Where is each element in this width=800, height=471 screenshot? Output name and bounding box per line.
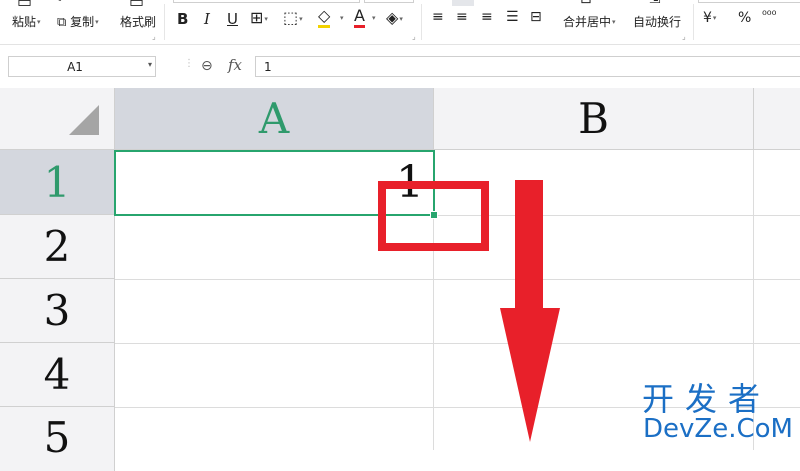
divider	[164, 4, 165, 40]
column-header-a[interactable]: A	[115, 88, 434, 150]
currency-symbol: ¥	[703, 10, 712, 26]
divider	[693, 4, 694, 40]
distribute-icon[interactable]: ⊟	[530, 9, 542, 25]
fx-icon[interactable]: fx	[228, 56, 242, 74]
zoom-icon[interactable]: ⊖	[201, 58, 213, 74]
fill-pattern-icon[interactable]: ⬚▾	[283, 8, 303, 27]
ribbon-toolbar: ▭ 粘贴▾ ✂ ⧉ 复制▾ ▭ 格式刷 ⌟ B I U ⊞▾ ⬚▾ ◇ ▾ A …	[0, 0, 800, 45]
select-all-icon	[69, 105, 99, 135]
underline-icon[interactable]: U	[227, 10, 238, 28]
chevron-down-icon[interactable]: ▾	[612, 18, 616, 26]
formula-input[interactable]: 1	[255, 56, 800, 77]
thousands-separator-icon[interactable]: ⁰⁰⁰	[762, 8, 776, 22]
align-center-icon[interactable]: ≡	[456, 9, 468, 25]
grid-line	[115, 343, 800, 344]
spreadsheet-grid: A B 1 2 3 4 5 1 开发者 DevZe.CoM	[0, 88, 800, 471]
cut-icon[interactable]: ✂	[58, 0, 70, 7]
divider	[421, 4, 422, 40]
font-size-field[interactable]	[364, 0, 414, 3]
clear-format-icon[interactable]: ◈▾	[386, 8, 403, 27]
select-all-button[interactable]	[0, 88, 115, 150]
column-header-b[interactable]: B	[434, 88, 754, 150]
chevron-down-icon[interactable]: ▾	[340, 14, 344, 22]
paste-icon[interactable]: ▭	[17, 0, 32, 11]
chevron-down-icon[interactable]: ▾	[37, 18, 41, 26]
borders-icon[interactable]: ⊞▾	[250, 8, 268, 27]
merge-center-label: 合并居中	[563, 15, 612, 29]
name-box[interactable]: A1 ▾	[8, 56, 156, 77]
copy-label: 复制	[70, 15, 95, 29]
merge-center-button[interactable]: 合并居中▾	[563, 13, 616, 30]
formula-bar: A1 ▾ ⋮ ⊖ fx 1	[0, 53, 800, 83]
copy-button[interactable]: ⧉ 复制▾	[57, 13, 99, 30]
chevron-down-icon[interactable]: ▾	[95, 18, 99, 26]
bold-icon[interactable]: B	[177, 10, 188, 28]
copy-icon: ⧉	[57, 15, 67, 30]
percent-icon[interactable]: %	[738, 10, 751, 26]
chevron-down-icon[interactable]: ▾	[148, 60, 152, 69]
align-left-icon[interactable]: ≡	[432, 9, 444, 25]
wrap-text-icon[interactable]: ⇲	[649, 0, 661, 7]
row-header-4[interactable]: 4	[0, 343, 115, 407]
grid-line	[115, 279, 800, 280]
format-painter-label: 格式刷	[120, 15, 157, 29]
wrap-text-label: 自动换行	[633, 15, 682, 29]
column-header-c[interactable]	[754, 88, 800, 150]
font-name-field[interactable]	[173, 0, 360, 3]
expand-icon[interactable]: ⌟	[412, 32, 416, 41]
paste-button[interactable]: 粘贴▾	[12, 13, 41, 30]
row-header-5[interactable]: 5	[0, 407, 115, 471]
name-box-value: A1	[67, 60, 83, 74]
row-header-1[interactable]: 1	[0, 150, 115, 215]
merge-center-icon[interactable]: ⊡	[580, 0, 592, 7]
number-format-field[interactable]	[698, 0, 800, 3]
align-top-button-bg	[452, 0, 474, 6]
expand-icon[interactable]: ⌟	[682, 32, 686, 41]
wrap-text-button[interactable]: 自动换行	[633, 13, 681, 30]
fill-color-icon[interactable]: ◇	[318, 7, 331, 28]
row-header-3[interactable]: 3	[0, 279, 115, 343]
formula-bar-grip-icon[interactable]: ⋮	[184, 58, 194, 69]
annotation-down-arrow-icon	[500, 180, 560, 442]
format-painter-button[interactable]: 格式刷	[120, 13, 156, 30]
annotation-highlight-box	[378, 181, 489, 251]
italic-icon[interactable]: I	[204, 10, 210, 28]
chevron-down-icon[interactable]: ▾	[372, 14, 376, 22]
format-painter-icon[interactable]: ▭	[129, 0, 144, 11]
font-color-icon[interactable]: A	[354, 7, 365, 28]
align-right-icon[interactable]: ≡	[481, 9, 493, 25]
watermark-logo-url: DevZe.CoM	[643, 414, 793, 444]
watermark-logo-text: 开发者	[642, 380, 772, 418]
currency-icon[interactable]: ¥▾	[703, 10, 716, 26]
paste-label: 粘贴	[12, 15, 37, 29]
expand-icon[interactable]: ⌟	[152, 32, 156, 41]
row-header-2[interactable]: 2	[0, 215, 115, 279]
justify-icon[interactable]: ☰	[506, 9, 519, 25]
